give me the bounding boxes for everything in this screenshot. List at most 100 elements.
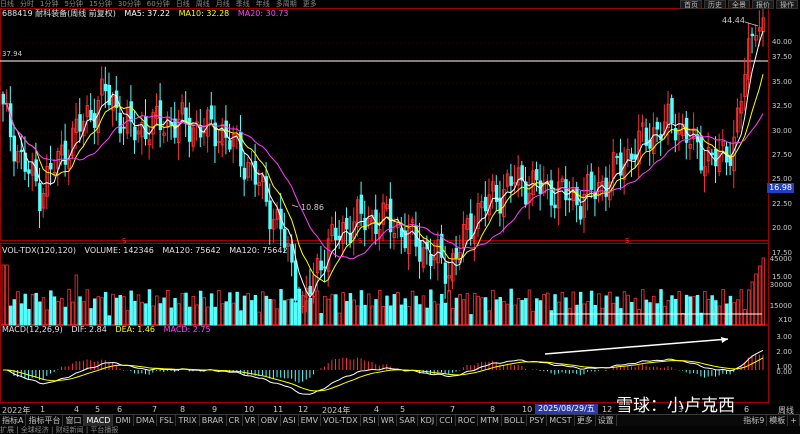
trend-annotation-line	[544, 338, 729, 355]
candle-body	[334, 227, 338, 241]
trend-annotation-arrowhead	[721, 337, 728, 343]
volume-bar	[239, 310, 243, 326]
candle-body	[483, 196, 488, 212]
volume-bar	[418, 304, 422, 326]
volume-bar	[49, 290, 53, 326]
candle-body	[630, 153, 634, 160]
volume-bar	[315, 290, 320, 326]
volume-bar	[71, 301, 75, 326]
watermark: 雪球：小卢克西	[616, 396, 735, 416]
period-item[interactable]: 月线	[216, 0, 230, 8]
volume-bar	[52, 296, 57, 326]
event-marker: S	[625, 237, 630, 245]
candle-body	[615, 156, 619, 158]
volume-bar	[23, 293, 27, 326]
volume-bar	[209, 293, 214, 326]
volume-bar	[308, 297, 312, 326]
volume-bar	[670, 295, 674, 326]
period-item[interactable]: 30分钟	[118, 0, 141, 8]
y-tick-label: 30.00	[771, 127, 792, 135]
volume-bar	[345, 301, 349, 326]
y-tick-label: 32.50	[771, 102, 792, 110]
volume-bar	[187, 306, 192, 326]
volume-bar	[381, 306, 386, 326]
volume-bar	[114, 297, 119, 326]
date-axis-label: 10	[522, 405, 533, 414]
period-item[interactable]: 60分钟	[147, 0, 170, 8]
volume-bar	[677, 291, 682, 326]
period-item[interactable]: 1分钟	[40, 0, 58, 8]
volume-bar	[74, 274, 79, 326]
volume-bar	[421, 295, 426, 326]
volume-bar	[615, 296, 619, 326]
volume-bar	[432, 301, 437, 326]
volume-bar	[140, 301, 144, 326]
candle-body	[19, 149, 24, 152]
top-right-buttons[interactable]: 首页 历史 全景 报价 操作	[680, 0, 798, 9]
candle-body	[319, 260, 323, 271]
volume-bar	[684, 294, 689, 326]
chart-canvas[interactable]: SSS	[0, 0, 800, 414]
candle-body	[49, 162, 53, 170]
volume-bar	[133, 300, 137, 326]
volume-bar	[593, 305, 597, 326]
volume-bar	[330, 294, 334, 326]
candle-body	[359, 194, 364, 214]
period-item[interactable]: 周线	[196, 0, 210, 8]
top-right-button[interactable]: 历史	[704, 0, 726, 9]
date-axis-label: 5	[95, 405, 101, 414]
hline-price-label: 37.94	[2, 50, 23, 58]
ma5-label: MA5: 37.22	[124, 9, 171, 18]
volume-bar	[151, 305, 155, 326]
period-item[interactable]: 季线	[236, 0, 250, 8]
top-right-button[interactable]: 报价	[752, 0, 774, 9]
volume-bar	[699, 312, 703, 326]
volume-bar	[388, 305, 393, 326]
volume-bar	[323, 295, 327, 326]
period-item[interactable]: 5分钟	[64, 0, 82, 8]
volume-bar	[746, 289, 751, 326]
y-tick-label: 45000	[769, 255, 792, 263]
date-axis-label: 6	[744, 405, 750, 414]
y-tick-label: 3.00	[776, 333, 792, 341]
candle-body	[12, 135, 17, 162]
volume-bar	[502, 300, 506, 326]
volume-bar	[129, 290, 133, 326]
volume-bar	[158, 303, 163, 326]
candle-body	[553, 204, 557, 209]
period-item[interactable]: 分时	[20, 0, 34, 8]
period-item[interactable]: 日线	[176, 0, 190, 8]
ma5-line	[2, 30, 764, 299]
volume-bar	[377, 290, 382, 326]
volume-bar	[604, 295, 608, 326]
volume-bar	[750, 281, 755, 326]
volume-bar	[586, 301, 590, 326]
volume-bar	[494, 299, 499, 326]
volume-bar	[30, 293, 35, 326]
volume-bar	[546, 292, 550, 326]
volume-bar	[275, 308, 280, 326]
candle-body	[728, 156, 733, 166]
volume-bar	[736, 299, 740, 326]
period-item[interactable]: 多周期	[276, 0, 297, 8]
ma120-label-b: MA120: 75642	[229, 246, 288, 255]
top-right-button[interactable]: 操作	[776, 0, 798, 9]
period-item[interactable]: 年线	[256, 0, 270, 8]
volume-bar	[228, 292, 232, 326]
volume-bar	[242, 295, 247, 326]
volume-bar	[608, 291, 612, 326]
candle-body	[469, 213, 473, 240]
volume-bar	[356, 305, 360, 326]
top-right-button[interactable]: 首页	[680, 0, 702, 9]
volume-bar	[85, 289, 90, 326]
volume-bar	[516, 298, 521, 326]
volume-bar	[359, 290, 364, 326]
period-item[interactable]: 日线	[0, 0, 14, 8]
candle-body	[509, 176, 513, 186]
period-item[interactable]: 更多	[303, 0, 317, 8]
volume-bar	[578, 291, 583, 326]
candle-body	[228, 140, 232, 150]
volume-bar	[600, 307, 605, 326]
period-item[interactable]: 15分钟	[89, 0, 112, 8]
top-right-button[interactable]: 全景	[728, 0, 750, 9]
